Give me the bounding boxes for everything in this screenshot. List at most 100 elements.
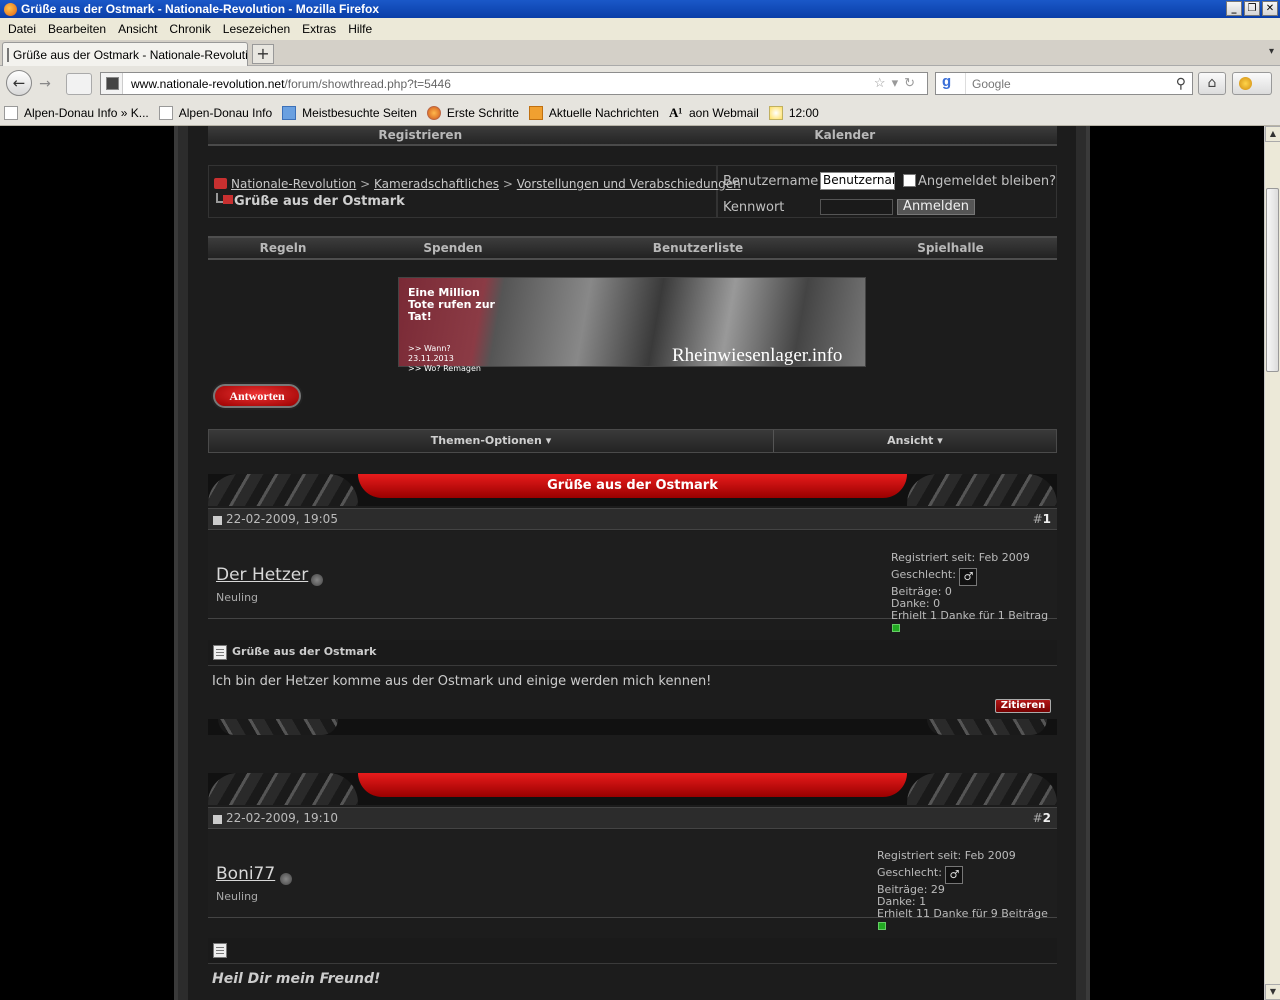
- menu-bearbeiten[interactable]: Bearbeiten: [42, 22, 112, 36]
- post-number-value: 1: [1042, 512, 1051, 526]
- url-bar[interactable]: www.nationale-revolution.net/forum/showt…: [100, 72, 928, 95]
- bookmark-item[interactable]: Alpen-Donau Info » K...: [4, 106, 149, 120]
- gender-label: Geschlecht:: [891, 568, 956, 581]
- page-viewport: Registrieren Kalender Nationale-Revoluti…: [0, 126, 1264, 1000]
- close-button[interactable]: ✕: [1262, 1, 1278, 16]
- search-bar[interactable]: Google ⚲: [935, 72, 1193, 95]
- post-username[interactable]: Der Hetzer: [216, 565, 308, 585]
- post-header-frame: Grüße aus der Ostmark: [208, 474, 1057, 506]
- banner-site: Rheinwiesenlager.info: [672, 345, 843, 366]
- quote-button[interactable]: Zitieren: [995, 699, 1051, 713]
- menu-chronik[interactable]: Chronik: [163, 22, 216, 36]
- view-options-label: Ansicht: [887, 434, 934, 447]
- reputation-icon: [878, 922, 886, 930]
- addon-button[interactable]: [1232, 72, 1272, 95]
- menu-hilfe[interactable]: Hilfe: [342, 22, 378, 36]
- username-input[interactable]: Benutzername: [820, 172, 895, 190]
- post-number[interactable]: #2: [1033, 811, 1051, 825]
- breadcrumb-separator: >: [360, 177, 371, 191]
- search-engine-icon[interactable]: [936, 73, 966, 94]
- tab-active[interactable]: Grüße aus der Ostmark - Nationale-Revolu…: [2, 42, 248, 66]
- tab-title: Grüße aus der Ostmark - Nationale-Revolu…: [13, 47, 248, 62]
- post-number-value: 2: [1042, 811, 1051, 825]
- breadcrumb-box: [208, 165, 717, 218]
- bookmark-item[interactable]: Erste Schritte: [426, 106, 519, 120]
- bookmark-item[interactable]: Aktuelle Nachrichten: [528, 106, 659, 120]
- scrollbar-thumb[interactable]: [1266, 188, 1279, 372]
- post-number-prefix: #: [1032, 512, 1043, 526]
- user-registered: Registriert seit: Feb 2009: [877, 849, 1016, 862]
- post-username[interactable]: Boni77: [216, 864, 275, 884]
- banner-when: >> Wann? 23.11.2013: [408, 344, 454, 363]
- menu-extras[interactable]: Extras: [296, 22, 342, 36]
- username-label: Benutzername: [723, 174, 819, 189]
- scroll-down-arrow-icon[interactable]: ▼: [1265, 984, 1280, 1000]
- forum-home-icon[interactable]: [214, 178, 227, 189]
- breadcrumb-link[interactable]: Kameradschaftliches: [374, 177, 499, 191]
- post-title-bar: Grüße aus der Ostmark: [208, 640, 1057, 666]
- view-options-menu[interactable]: Ansicht ▾: [774, 430, 1056, 452]
- post-frame-decoration: [927, 719, 1047, 735]
- back-button[interactable]: ←: [6, 70, 32, 96]
- remember-checkbox[interactable]: [903, 174, 916, 187]
- post-date: 22-02-2009, 19:10: [226, 811, 338, 825]
- thread-options-bar: Themen-Optionen ▾ Ansicht ▾: [208, 429, 1057, 453]
- breadcrumb-link[interactable]: Nationale-Revolution: [231, 177, 356, 191]
- vertical-scrollbar[interactable]: ▲ ▼: [1264, 126, 1280, 1000]
- nav-userlist[interactable]: Benutzerliste: [548, 238, 848, 258]
- post-body: Heil Dir mein Freund!: [208, 965, 1057, 1000]
- user-registered: Registriert seit: Feb 2009: [891, 551, 1030, 564]
- restore-button[interactable]: ❐: [1244, 1, 1260, 16]
- post-frame-decoration: [907, 773, 1057, 805]
- banner-where: >> Wo? Remagen: [408, 364, 481, 373]
- bookmark-item[interactable]: Meistbesuchte Seiten: [282, 106, 417, 120]
- chevron-down-icon: ▾: [937, 434, 943, 447]
- post-user-info: Der Hetzer Neuling Registriert seit: Feb…: [208, 531, 1057, 632]
- offline-status-icon: [280, 873, 292, 885]
- menu-lesezeichen[interactable]: Lesezeichen: [217, 22, 296, 36]
- nav-rules[interactable]: Regeln: [208, 238, 358, 258]
- reply-button[interactable]: Antworten: [213, 384, 301, 408]
- site-identity-icon[interactable]: [101, 73, 123, 94]
- thread-options-menu[interactable]: Themen-Optionen ▾: [209, 430, 774, 452]
- bookmark-label: Meistbesuchte Seiten: [302, 106, 417, 120]
- bookmark-item[interactable]: 12:00: [768, 106, 819, 120]
- post-frame-decoration: [907, 474, 1057, 506]
- window-titlebar: Grüße aus der Ostmark - Nationale-Revolu…: [0, 0, 1280, 18]
- home-button[interactable]: ⌂: [1198, 72, 1226, 95]
- post-number[interactable]: #1: [1033, 512, 1051, 526]
- bookmark-item[interactable]: A¹ aon Webmail: [668, 105, 759, 121]
- tab-list-chevron-icon[interactable]: ▾: [1269, 46, 1274, 57]
- password-input[interactable]: [820, 199, 893, 215]
- post-body: Ich bin der Hetzer komme aus der Ostmark…: [208, 667, 1057, 719]
- page-title: Grüße aus der Ostmark: [234, 194, 405, 209]
- post-datebar: 22-02-2009, 19:05 #1: [208, 508, 1057, 530]
- aon-icon: A¹: [668, 105, 683, 120]
- post-datebar: 22-02-2009, 19:10 #2: [208, 807, 1057, 829]
- bookmark-star-icon[interactable]: ☆▾↻: [874, 75, 921, 91]
- bookmark-label: Alpen-Donau Info » K...: [24, 106, 149, 120]
- firefox-icon: [426, 106, 441, 120]
- new-tab-button[interactable]: +: [252, 44, 274, 64]
- breadcrumb-link[interactable]: Vorstellungen und Verabschiedungen: [517, 177, 741, 191]
- bookmark-label: Aktuelle Nachrichten: [548, 106, 659, 120]
- nav-donate[interactable]: Spenden: [358, 238, 548, 258]
- male-icon: ♂: [959, 568, 978, 586]
- scroll-up-arrow-icon[interactable]: ▲: [1265, 126, 1280, 142]
- nav-arcade[interactable]: Spielhalle: [848, 238, 1053, 258]
- user-stats: Registriert seit: Feb 2009 Geschlecht: ♂…: [891, 552, 1048, 622]
- nav-register[interactable]: Registrieren: [208, 126, 633, 144]
- toolbar-extra-button[interactable]: [66, 73, 92, 95]
- forward-button[interactable]: →: [34, 74, 56, 94]
- menu-ansicht[interactable]: Ansicht: [112, 22, 163, 36]
- search-icon[interactable]: ⚲: [1176, 75, 1186, 92]
- login-button[interactable]: Anmelden: [897, 199, 975, 215]
- password-label: Kennwort: [723, 200, 785, 215]
- minimize-button[interactable]: _: [1226, 1, 1242, 16]
- menu-datei[interactable]: Datei: [2, 22, 42, 36]
- nav-calendar[interactable]: Kalender: [633, 126, 1058, 144]
- weather-icon: [768, 106, 783, 120]
- bookmark-label: aon Webmail: [688, 106, 759, 120]
- bookmark-item[interactable]: Alpen-Donau Info: [158, 106, 272, 120]
- forum-navbar: Regeln Spenden Benutzerliste Spielhalle: [208, 236, 1057, 260]
